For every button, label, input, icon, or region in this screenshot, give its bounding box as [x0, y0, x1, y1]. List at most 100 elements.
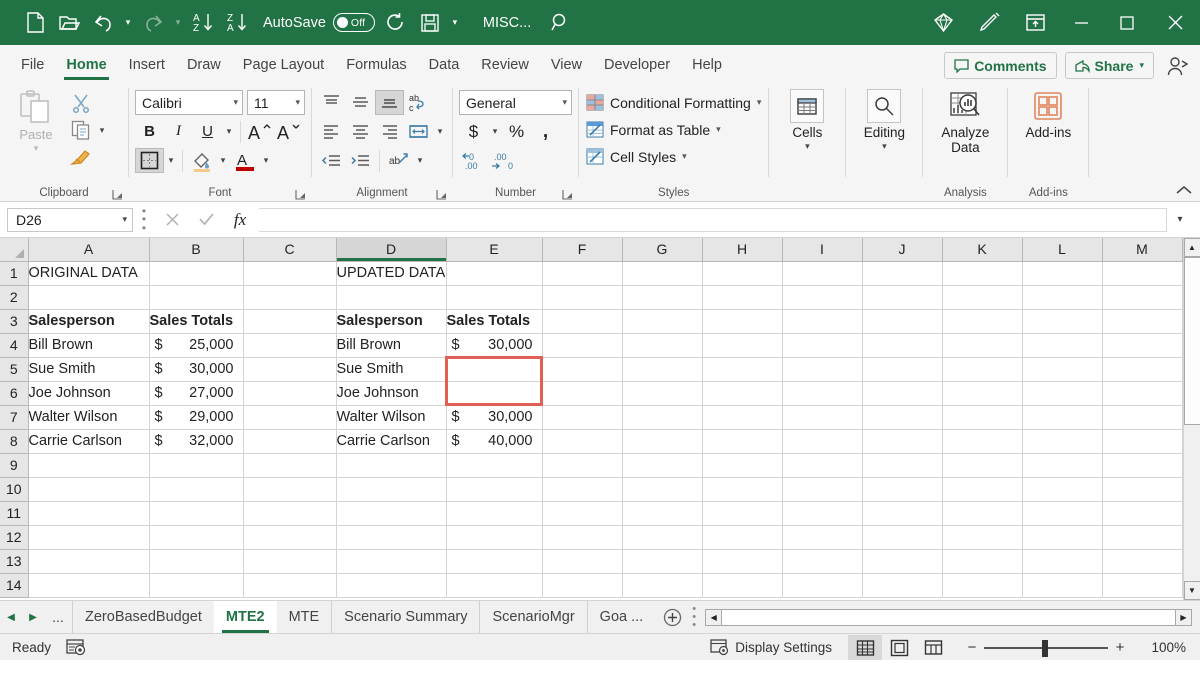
cell-K6[interactable]	[942, 381, 1022, 405]
horizontal-scrollbar[interactable]: ◀ ▶	[705, 609, 1192, 626]
cell-D5[interactable]: Sue Smith	[336, 357, 446, 381]
name-box-chevron-down-icon[interactable]: ▾	[122, 214, 127, 225]
cells-button[interactable]: Cells ▾	[775, 86, 839, 184]
cell-H1[interactable]	[702, 261, 782, 285]
merge-and-center-button[interactable]	[404, 119, 433, 144]
sort-ascending-icon[interactable]: AZ	[186, 6, 220, 40]
cell-M6[interactable]	[1102, 381, 1182, 405]
decrease-decimal-button[interactable]: 0.00	[459, 148, 488, 173]
cell-E9[interactable]	[446, 453, 542, 477]
editing-chevron-down-icon[interactable]: ▾	[882, 141, 887, 152]
cell-C5[interactable]	[243, 357, 336, 381]
cell-A14[interactable]	[28, 573, 149, 597]
cell-J6[interactable]	[862, 381, 942, 405]
comma-style-button[interactable]: ,	[531, 119, 560, 144]
cell-F9[interactable]	[542, 453, 622, 477]
cell-G1[interactable]	[622, 261, 702, 285]
percent-style-button[interactable]: %	[502, 119, 531, 144]
column-header-c[interactable]: C	[243, 238, 336, 261]
cell-D14[interactable]	[336, 573, 446, 597]
cell-L2[interactable]	[1022, 285, 1102, 309]
cell-H6[interactable]	[702, 381, 782, 405]
accounting-format-button[interactable]: $	[459, 119, 488, 144]
cell-C11[interactable]	[243, 501, 336, 525]
undo-icon[interactable]	[86, 6, 120, 40]
cell-K13[interactable]	[942, 549, 1022, 573]
formula-bar-options-icon[interactable]: •••	[133, 208, 155, 232]
font-size-combo[interactable]: 11 ▾	[247, 90, 305, 115]
open-folder-icon[interactable]	[52, 6, 86, 40]
cell-I7[interactable]	[782, 405, 862, 429]
cell-B10[interactable]	[149, 477, 243, 501]
cell-J4[interactable]	[862, 333, 942, 357]
number-format-chevron-down-icon[interactable]: ▾	[562, 97, 567, 108]
cell-D10[interactable]	[336, 477, 446, 501]
cell-D13[interactable]	[336, 549, 446, 573]
row-header-9[interactable]: 9	[0, 453, 28, 477]
autosave-toggle[interactable]: AutoSave Off	[263, 13, 375, 32]
cell-styles-button[interactable]: Cell Styles ▾	[586, 144, 761, 169]
share-button[interactable]: Share ▾	[1065, 52, 1154, 79]
cell-B1[interactable]	[149, 261, 243, 285]
cell-E8[interactable]: $40,000	[446, 429, 542, 453]
sort-descending-icon[interactable]: ZA	[220, 6, 254, 40]
orientation-button[interactable]: ab	[384, 148, 413, 173]
cell-J3[interactable]	[862, 309, 942, 333]
font-color-chevron-down-icon[interactable]: ▾	[259, 148, 273, 173]
undo-dropdown-chevron-down-icon[interactable]: ▾	[120, 6, 136, 40]
underline-button[interactable]: U	[193, 119, 222, 144]
cell-M2[interactable]	[1102, 285, 1182, 309]
cell-M11[interactable]	[1102, 501, 1182, 525]
cell-M4[interactable]	[1102, 333, 1182, 357]
cell-G13[interactable]	[622, 549, 702, 573]
cell-A2[interactable]	[28, 285, 149, 309]
cell-K8[interactable]	[942, 429, 1022, 453]
cell-F8[interactable]	[542, 429, 622, 453]
cell-E3[interactable]: Sales Totals	[446, 309, 542, 333]
cell-M1[interactable]	[1102, 261, 1182, 285]
cell-F5[interactable]	[542, 357, 622, 381]
cell-L3[interactable]	[1022, 309, 1102, 333]
row-header-7[interactable]: 7	[0, 405, 28, 429]
cell-H4[interactable]	[702, 333, 782, 357]
cell-L7[interactable]	[1022, 405, 1102, 429]
cell-E6[interactable]	[446, 381, 542, 405]
accounting-chevron-down-icon[interactable]: ▾	[488, 119, 502, 144]
cancel-x-icon[interactable]	[155, 208, 189, 232]
column-header-m[interactable]: M	[1102, 238, 1182, 261]
cell-A3[interactable]: Salesperson	[28, 309, 149, 333]
row-header-4[interactable]: 4	[0, 333, 28, 357]
cell-M12[interactable]	[1102, 525, 1182, 549]
tab-page-layout[interactable]: Page Layout	[232, 48, 335, 82]
add-ins-button[interactable]: Add-ins	[1014, 86, 1082, 184]
paste-button[interactable]: Paste ▾	[5, 86, 67, 184]
cell-I5[interactable]	[782, 357, 862, 381]
column-header-k[interactable]: K	[942, 238, 1022, 261]
row-header-10[interactable]: 10	[0, 477, 28, 501]
cell-G2[interactable]	[622, 285, 702, 309]
conditional-formatting-chevron-down-icon[interactable]: ▾	[757, 97, 762, 108]
select-all-corner[interactable]	[0, 238, 28, 261]
row-header-8[interactable]: 8	[0, 429, 28, 453]
cell-B7[interactable]: $29,000	[149, 405, 243, 429]
fill-color-chevron-down-icon[interactable]: ▾	[216, 148, 230, 173]
cell-F2[interactable]	[542, 285, 622, 309]
cell-H5[interactable]	[702, 357, 782, 381]
name-box[interactable]: D26 ▾	[7, 208, 133, 232]
scroll-down-arrow-icon[interactable]: ▼	[1184, 581, 1200, 600]
alignment-dialog-launcher[interactable]	[434, 187, 448, 201]
display-settings-button[interactable]: Display Settings	[710, 639, 832, 657]
wrap-text-button[interactable]: abc	[404, 90, 433, 115]
sheet-tab-scenario-summary[interactable]: Scenario Summary	[331, 601, 479, 633]
tab-view[interactable]: View	[540, 48, 593, 82]
sheet-tab-scenariomgr[interactable]: ScenarioMgr	[479, 601, 586, 633]
cell-J14[interactable]	[862, 573, 942, 597]
cell-F1[interactable]	[542, 261, 622, 285]
cell-G10[interactable]	[622, 477, 702, 501]
column-header-d[interactable]: D	[336, 238, 446, 261]
cell-K11[interactable]	[942, 501, 1022, 525]
cell-D12[interactable]	[336, 525, 446, 549]
tab-help[interactable]: Help	[681, 48, 733, 82]
cell-A7[interactable]: Walter Wilson	[28, 405, 149, 429]
number-format-combo[interactable]: General ▾	[459, 90, 572, 115]
